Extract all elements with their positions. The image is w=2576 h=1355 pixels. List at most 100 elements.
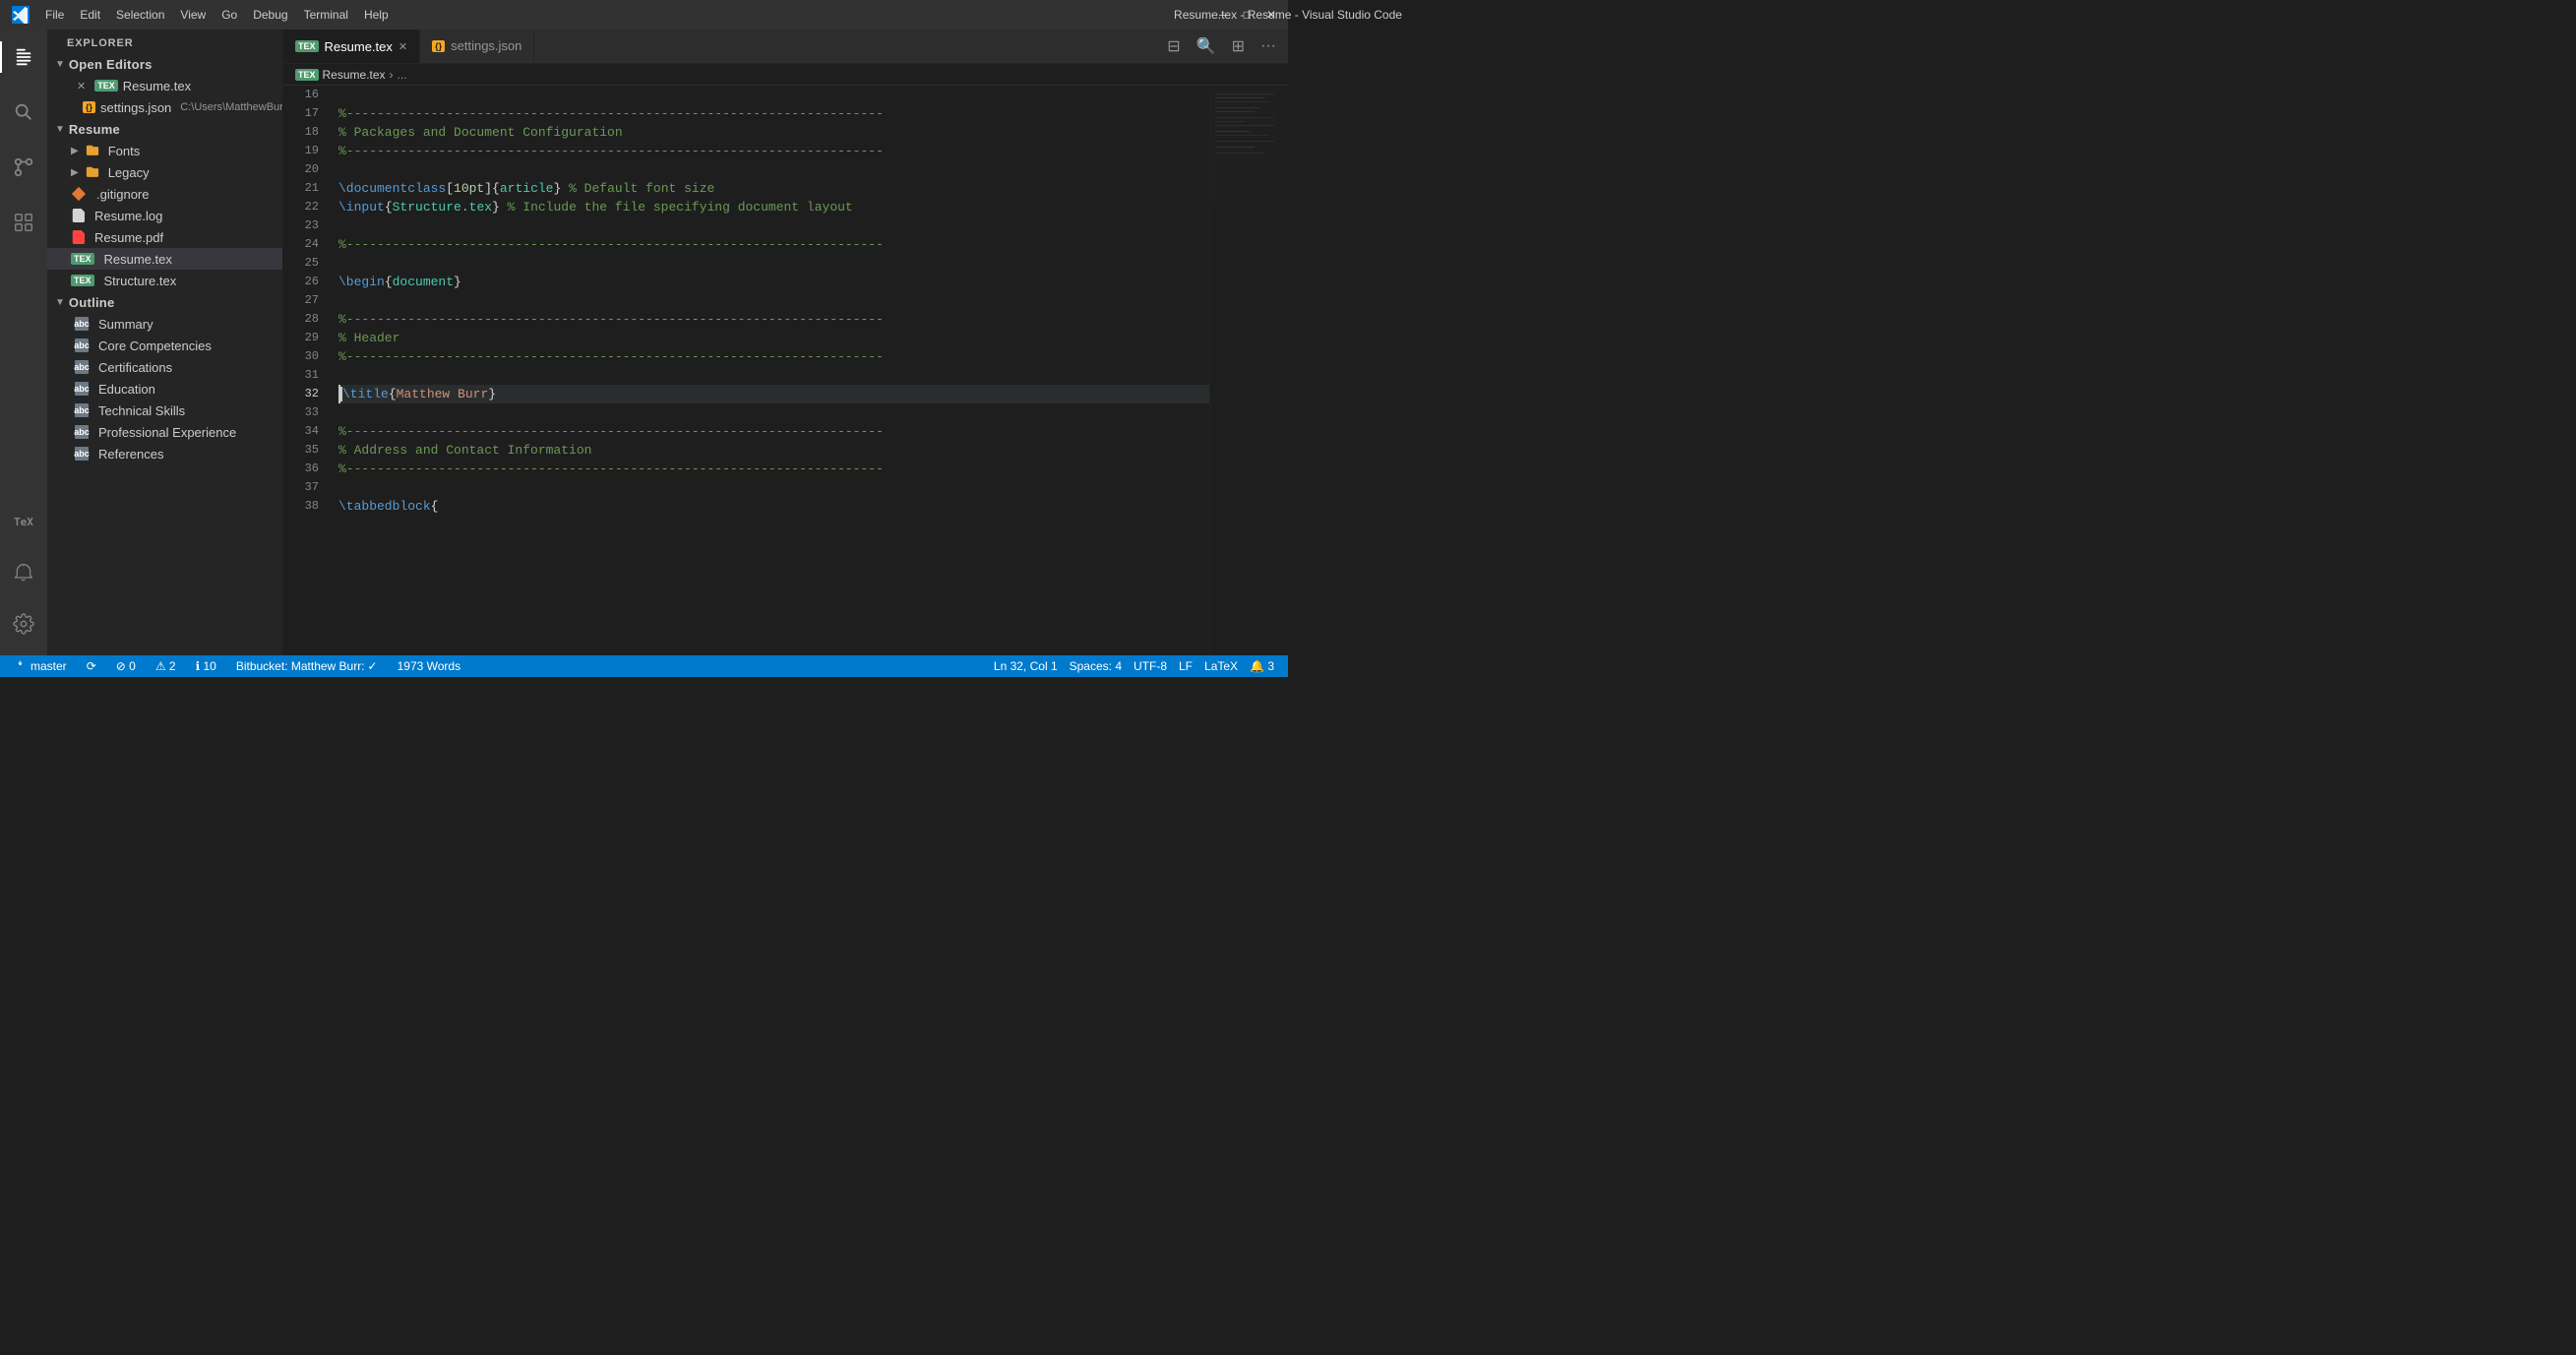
info-count[interactable]: ℹ 10 xyxy=(190,655,222,677)
errors-count[interactable]: ⊘ 0 xyxy=(110,655,142,677)
code-line-31 xyxy=(338,366,1209,385)
code-line-32: \title{Matthew Burr} xyxy=(338,385,1209,403)
ln-25: 25 xyxy=(283,254,319,273)
encoding[interactable]: UTF-8 xyxy=(1128,655,1173,677)
legacy-folder-label: Legacy xyxy=(108,165,150,180)
sidebar-header: Explorer xyxy=(47,30,282,53)
menu-file[interactable]: File xyxy=(45,8,64,22)
activity-explorer[interactable] xyxy=(0,33,47,81)
window-title: Resume.tex - Resume - Visual Studio Code xyxy=(1174,8,1402,22)
ln-22: 22 xyxy=(283,198,319,216)
sidebar-item-legacy[interactable]: ▶ Legacy xyxy=(47,161,282,183)
cursor-position[interactable]: Ln 32, Col 1 xyxy=(988,655,1064,677)
errors-label: ⊘ 0 xyxy=(116,659,136,673)
activity-notifications[interactable] xyxy=(0,549,47,596)
code-line-38: \tabbedblock{ xyxy=(338,497,1209,516)
outline-references[interactable]: abc References xyxy=(47,443,282,464)
code-line-19: %---------------------------------------… xyxy=(338,142,1209,160)
ln-36: 36 xyxy=(283,460,319,478)
activity-run[interactable] xyxy=(0,199,47,246)
ln-21: 21 xyxy=(283,179,319,198)
ln-28: 28 xyxy=(283,310,319,329)
outline-core-competencies[interactable]: abc Core Competencies xyxy=(47,335,282,356)
menu-debug[interactable]: Debug xyxy=(253,8,287,22)
bitbucket-status[interactable]: Bitbucket: Matthew Burr: ✓ xyxy=(230,655,384,677)
activity-tex[interactable]: TeX xyxy=(0,498,47,545)
outline-edu-label: Education xyxy=(98,382,155,397)
close-icon[interactable]: ✕ xyxy=(77,80,86,92)
info-label: ℹ 10 xyxy=(196,659,216,673)
outline-header[interactable]: ▼ Outline xyxy=(47,291,282,313)
resume-log-label: Resume.log xyxy=(94,209,162,223)
word-count[interactable]: 1973 Words xyxy=(392,655,466,677)
line-numbers: 16 17 18 19 20 21 22 23 24 25 26 27 28 2… xyxy=(283,86,331,655)
menu-go[interactable]: Go xyxy=(221,8,237,22)
activity-search[interactable] xyxy=(0,89,47,136)
notifications-label: 🔔 3 xyxy=(1250,659,1274,673)
ln-33: 33 xyxy=(283,403,319,422)
notifications[interactable]: 🔔 3 xyxy=(1244,655,1280,677)
menu-selection[interactable]: Selection xyxy=(116,8,164,22)
tab-actions: ⊟ 🔍 ⊞ ··· xyxy=(1163,30,1288,63)
ln-16: 16 xyxy=(283,86,319,104)
code-line-18: % Packages and Document Configuration xyxy=(338,123,1209,142)
ln-20: 20 xyxy=(283,160,319,179)
sidebar-item-resume-pdf[interactable]: Resume.pdf xyxy=(47,226,282,248)
menu-terminal[interactable]: Terminal xyxy=(304,8,348,22)
split-editor-icon[interactable]: ⊟ xyxy=(1163,34,1184,58)
outline-chevron: ▼ xyxy=(55,297,65,308)
code-line-35: % Address and Contact Information xyxy=(338,441,1209,460)
menu-help[interactable]: Help xyxy=(364,8,389,22)
code-line-20 xyxy=(338,160,1209,179)
tab-resume-tex[interactable]: TEX Resume.tex ✕ xyxy=(283,30,420,63)
menu-view[interactable]: View xyxy=(180,8,206,22)
ln-26: 26 xyxy=(283,273,319,291)
open-editors-header[interactable]: ▼ Open Editors xyxy=(47,53,282,75)
warnings-count[interactable]: ⚠ 2 xyxy=(150,655,182,677)
title-bar-menu[interactable]: File Edit Selection View Go Debug Termin… xyxy=(45,8,389,22)
outline-education[interactable]: abc Education xyxy=(47,378,282,400)
code-line-30: %---------------------------------------… xyxy=(338,347,1209,366)
indentation[interactable]: Spaces: 4 xyxy=(1064,655,1128,677)
ln-19: 19 xyxy=(283,142,319,160)
open-editors-chevron: ▼ xyxy=(55,59,65,70)
outline-summary-label: Summary xyxy=(98,317,153,332)
outline-section-icon: abc xyxy=(75,317,89,331)
outline-summary[interactable]: abc Summary xyxy=(47,313,282,335)
git-branch[interactable]: master xyxy=(8,655,73,677)
open-editor-resume-tex[interactable]: ✕ TEX Resume.tex xyxy=(47,75,282,96)
outline-technical-skills[interactable]: abc Technical Skills xyxy=(47,400,282,421)
more-actions-icon[interactable]: ··· xyxy=(1257,35,1280,57)
outline-professional-experience[interactable]: abc Professional Experience xyxy=(47,421,282,443)
language-label: LaTeX xyxy=(1204,659,1238,673)
ln-34: 34 xyxy=(283,422,319,441)
open-editor-settings-json[interactable]: {} settings.json C:\Users\MatthewBur... xyxy=(47,96,282,118)
layout-icon[interactable]: ⊞ xyxy=(1228,34,1249,58)
sidebar-item-resume-log[interactable]: Resume.log xyxy=(47,205,282,226)
sidebar-item-gitignore[interactable]: .gitignore xyxy=(47,183,282,205)
bitbucket-label: Bitbucket: Matthew Burr: xyxy=(236,659,365,673)
tab-close-button[interactable]: ✕ xyxy=(399,40,407,53)
code-line-28: %---------------------------------------… xyxy=(338,310,1209,329)
outline-cert-label: Certifications xyxy=(98,360,172,375)
sidebar-item-fonts[interactable]: ▶ Fonts xyxy=(47,140,282,161)
language-mode[interactable]: LaTeX xyxy=(1198,655,1244,677)
code-line-25 xyxy=(338,254,1209,273)
line-ending[interactable]: LF xyxy=(1173,655,1198,677)
sync-button[interactable]: ⟳ xyxy=(81,655,102,677)
activity-settings[interactable] xyxy=(0,600,47,647)
app-container: TeX Explorer xyxy=(0,30,1288,677)
editor-content[interactable]: 16 17 18 19 20 21 22 23 24 25 26 27 28 2… xyxy=(283,86,1288,655)
sidebar-item-structure-tex[interactable]: TEX Structure.tex xyxy=(47,270,282,291)
search-editor-icon[interactable]: 🔍 xyxy=(1193,34,1220,58)
outline-certifications[interactable]: abc Certifications xyxy=(47,356,282,378)
code-line-22: \input{Structure.tex} % Include the file… xyxy=(338,198,1209,216)
activity-source-control[interactable] xyxy=(0,144,47,191)
sidebar-item-resume-tex[interactable]: TEX Resume.tex xyxy=(47,248,282,270)
resume-folder-label: Resume xyxy=(69,122,120,137)
resume-folder-header[interactable]: ▼ Resume xyxy=(47,118,282,140)
tab-settings-json[interactable]: {} settings.json xyxy=(420,30,534,63)
menu-edit[interactable]: Edit xyxy=(80,8,100,22)
code-editor[interactable]: %---------------------------------------… xyxy=(331,86,1209,655)
main-area: TeX Explorer xyxy=(0,30,1288,655)
